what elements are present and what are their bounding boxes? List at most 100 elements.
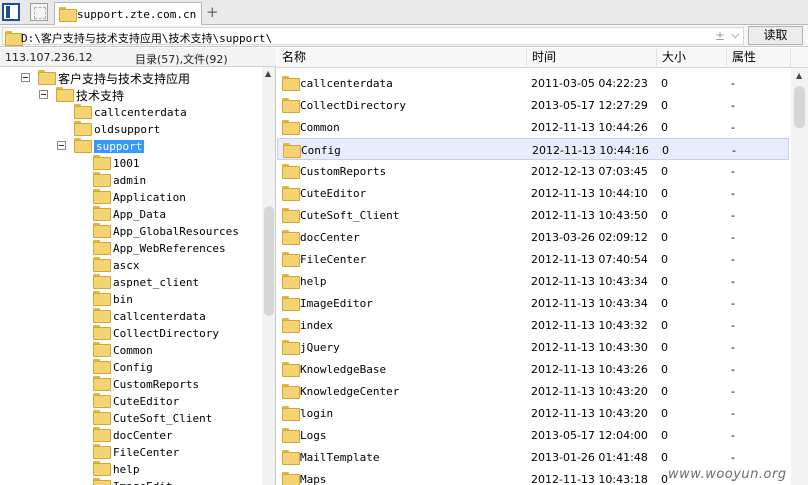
collapse-toggle-icon[interactable] [39, 90, 48, 99]
file-name: ImageEditor [300, 297, 373, 310]
tree-item[interactable]: Config [0, 359, 262, 376]
tree-item[interactable]: 1001 [0, 155, 262, 172]
folder-icon [93, 206, 111, 221]
folder-icon [74, 104, 92, 119]
favorite-icon[interactable]: ± [715, 29, 725, 43]
column-time[interactable]: 时间 [527, 48, 657, 68]
tree-item[interactable]: Common [0, 342, 262, 359]
file-row[interactable]: ImageEditor 2012-11-13 10:43:34 0 - [277, 292, 789, 314]
tree-item-label: App_WebReferences [113, 242, 226, 255]
folder-icon [59, 7, 77, 22]
tree-item[interactable]: FileCenter [0, 444, 262, 461]
tree-item[interactable]: CollectDirectory [0, 325, 262, 342]
tree-item[interactable]: 客户支持与技术支持应用 [0, 70, 262, 87]
tree-item-label: oldsupport [94, 123, 161, 136]
collapse-toggle-icon[interactable] [57, 141, 66, 150]
file-time: 2012-11-13 10:43:20 [531, 407, 648, 420]
tree-item[interactable]: ImageEdit [0, 478, 262, 485]
tree-item-label: App_Data [113, 208, 166, 221]
file-row[interactable]: help 2012-11-13 10:43:34 0 - [277, 270, 789, 292]
tree-item[interactable]: support [0, 138, 262, 155]
file-size: 0 [661, 385, 668, 398]
file-size: 0 [661, 297, 668, 310]
file-time: 2013-01-26 01:41:48 [531, 451, 648, 464]
file-size: 0 [661, 429, 668, 442]
tree-item[interactable]: App_GlobalResources [0, 223, 262, 240]
tree-item[interactable]: Application [0, 189, 262, 206]
tree-item[interactable]: CuteEditor [0, 393, 262, 410]
tree-item[interactable]: callcenterdata [0, 104, 262, 121]
file-time: 2012-11-13 10:43:50 [531, 209, 648, 222]
collapse-toggle-icon[interactable] [21, 73, 30, 82]
tree-item[interactable]: bin [0, 291, 262, 308]
tree-item[interactable]: CuteSoft_Client [0, 410, 262, 427]
file-size: 0 [661, 77, 668, 90]
file-row[interactable]: index 2012-11-13 10:43:32 0 - [277, 314, 789, 336]
panel-toggle-icon[interactable] [2, 3, 20, 21]
tree-item-label: support [94, 140, 145, 153]
file-row[interactable]: FileCenter 2012-11-13 07:40:54 0 - [277, 248, 789, 270]
folder-icon [93, 155, 111, 170]
tree-item[interactable]: 技术支持 [0, 87, 262, 104]
tree-item-label: 客户支持与技术支持应用 [58, 72, 191, 86]
file-size: 0 [661, 209, 668, 222]
folder-icon [282, 362, 300, 377]
file-row[interactable]: CustomReports 2012-12-13 07:03:45 0 - [277, 160, 789, 182]
file-attr: - [731, 253, 735, 266]
folder-icon [74, 138, 92, 153]
path-bar: D:\客户支持与技术支持应用\技术支持\support\ ± ⌵ 读取 [0, 25, 808, 47]
file-row[interactable]: MailTemplate 2013-01-26 01:41:48 0 - [277, 446, 789, 468]
file-row[interactable]: CuteSoft_Client 2012-11-13 10:43:50 0 - [277, 204, 789, 226]
file-name: login [300, 407, 334, 420]
folder-icon [282, 120, 300, 135]
tree-item[interactable]: callcenterdata [0, 308, 262, 325]
list-scrollbar[interactable]: ▲ [791, 68, 808, 485]
tree-item[interactable]: docCenter [0, 427, 262, 444]
scroll-up-icon[interactable]: ▲ [796, 71, 802, 80]
tab-site[interactable]: support.zte.com.cn [54, 2, 202, 25]
file-row[interactable]: Config 2012-11-13 10:44:16 0 - [277, 138, 789, 160]
file-row[interactable]: docCenter 2013-03-26 02:09:12 0 - [277, 226, 789, 248]
file-row[interactable]: Logs 2013-05-17 12:04:00 0 - [277, 424, 789, 446]
tree-item[interactable]: App_WebReferences [0, 240, 262, 257]
file-row[interactable]: Common 2012-11-13 10:44:26 0 - [277, 116, 789, 138]
scroll-thumb[interactable] [264, 206, 274, 316]
read-button[interactable]: 读取 [748, 26, 803, 45]
file-row[interactable]: jQuery 2012-11-13 10:43:30 0 - [277, 336, 789, 358]
tree-item[interactable]: admin [0, 172, 262, 189]
tree-item[interactable]: aspnet_client [0, 274, 262, 291]
file-row[interactable]: login 2012-11-13 10:43:20 0 - [277, 402, 789, 424]
folder-icon [93, 410, 111, 425]
blank-page-icon[interactable] [30, 3, 48, 21]
folder-icon [93, 291, 111, 306]
file-row[interactable]: CollectDirectory 2013-05-17 12:27:29 0 - [277, 94, 789, 116]
add-tab-button[interactable]: + [206, 3, 219, 21]
folder-icon [282, 230, 300, 245]
tree-scrollbar[interactable]: ▲ [262, 67, 275, 485]
file-time: 2012-11-13 10:43:18 [531, 473, 648, 485]
tree-item-label: ImageEdit [113, 480, 173, 485]
chevron-down-icon[interactable]: ⌵ [731, 28, 739, 42]
file-size: 0 [661, 99, 668, 112]
list-header: 名称 时间 大小 属性 [277, 48, 808, 68]
path-input[interactable]: D:\客户支持与技术支持应用\技术支持\support\ ± ⌵ [2, 27, 744, 46]
tree-item[interactable]: ascx [0, 257, 262, 274]
file-row[interactable]: KnowledgeCenter 2012-11-13 10:43:20 0 - [277, 380, 789, 402]
folder-icon [38, 70, 56, 85]
scroll-thumb[interactable] [794, 86, 805, 128]
tree-item[interactable]: oldsupport [0, 121, 262, 138]
tree-item-label: Config [113, 361, 153, 374]
tree-item[interactable]: App_Data [0, 206, 262, 223]
folder-icon [282, 274, 300, 289]
file-row[interactable]: callcenterdata 2011-03-05 04:22:23 0 - [277, 72, 789, 94]
column-attr[interactable]: 属性 [727, 48, 791, 68]
column-size[interactable]: 大小 [657, 48, 727, 68]
file-row[interactable]: KnowledgeBase 2012-11-13 10:43:26 0 - [277, 358, 789, 380]
tree-item[interactable]: help [0, 461, 262, 478]
tree-item[interactable]: CustomReports [0, 376, 262, 393]
scroll-up-icon[interactable]: ▲ [265, 69, 271, 78]
tree-item-label: FileCenter [113, 446, 180, 459]
file-row[interactable]: CuteEditor 2012-11-13 10:44:10 0 - [277, 182, 789, 204]
column-name[interactable]: 名称 [277, 48, 527, 68]
file-size: 0 [661, 363, 668, 376]
